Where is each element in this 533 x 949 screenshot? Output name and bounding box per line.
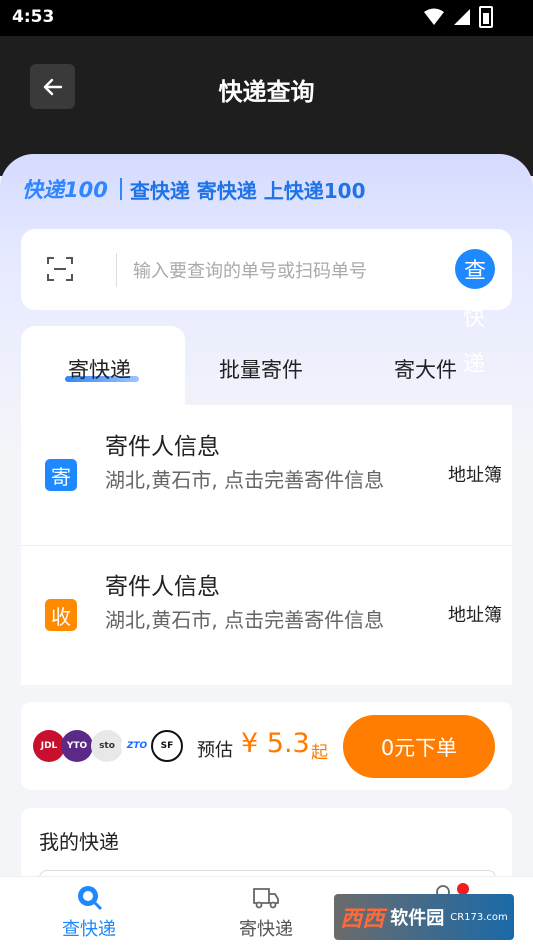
place-order-label: 0元下单 <box>380 735 458 760</box>
my-express-title: 我的快递 <box>39 830 119 854</box>
battery-icon <box>479 6 493 28</box>
price-suffix: 起 <box>311 743 328 763</box>
search-icon <box>78 886 103 911</box>
brand-logo: 快递100 <box>22 178 108 202</box>
tracking-number-input[interactable] <box>131 253 465 289</box>
signal-icon <box>454 9 470 25</box>
nav-label-send: 寄快递 <box>239 919 293 940</box>
watermark: 西西 软件园 CR173.com <box>334 894 514 940</box>
sender-address-book-link[interactable]: 地址簿 <box>448 461 502 487</box>
carrier-logo-sto: sto <box>91 730 123 762</box>
carrier-logo-yto: YTO <box>61 730 93 762</box>
place-order-button[interactable]: 0元下单 <box>343 715 495 778</box>
brand-bar: 快递100 查快递 寄快递 上快递100 <box>22 174 366 204</box>
address-card: 寄 寄件人信息 湖北,黄石市, 点击完善寄件信息 地址簿 收 寄件人信息 湖北,… <box>21 405 512 685</box>
tab-batch-send[interactable]: 批量寄件 <box>219 354 303 384</box>
shipping-tabs: 寄快递 批量寄件 寄大件 <box>21 326 512 406</box>
sender-badge: 寄 <box>45 459 77 491</box>
nav-label-track: 查快递 <box>62 919 116 940</box>
wifi-icon <box>424 8 444 25</box>
brand-separator <box>119 178 122 200</box>
nav-item-send[interactable]: 寄快递 <box>206 883 326 941</box>
estimate-label: 预估 <box>197 740 233 761</box>
carrier-logo-zto: ZTO <box>121 730 153 762</box>
estimated-price: ¥ 5.3 <box>241 728 310 759</box>
receiver-badge: 收 <box>45 599 77 631</box>
watermark-logo: 西西 <box>340 907 385 932</box>
status-bar: 4:53 <box>0 0 533 36</box>
tab-send-express[interactable]: 寄快递 <box>21 326 185 406</box>
receiver-title: 寄件人信息 <box>105 574 220 600</box>
tab-label: 寄快递 <box>68 358 131 382</box>
scan-icon[interactable] <box>46 255 74 283</box>
nav-item-track[interactable]: 查快递 <box>29 883 149 941</box>
search-divider <box>116 253 117 287</box>
page-title: 快递查询 <box>218 78 315 106</box>
receiver-address-book-link[interactable]: 地址簿 <box>448 601 502 627</box>
status-icons <box>423 6 493 28</box>
search-card <box>21 229 512 310</box>
carrier-logo-sf: SF <box>151 730 183 762</box>
brand-slogan: 查快递 寄快递 上快递100 <box>129 178 366 203</box>
status-time: 4:53 <box>12 7 55 27</box>
truck-icon <box>253 888 279 909</box>
receiver-subtitle: 湖北,黄石市, 点击完善寄件信息 <box>105 608 385 632</box>
sender-subtitle: 湖北,黄石市, 点击完善寄件信息 <box>105 468 385 492</box>
sender-info-row[interactable]: 寄 寄件人信息 湖北,黄石市, 点击完善寄件信息 地址簿 <box>21 405 512 546</box>
query-button[interactable]: 查 <box>455 249 495 289</box>
price-card: JDL YTO sto ZTO SF 预估 ¥ 5.3 起 0元下单 <box>21 702 512 790</box>
watermark-text: 软件园 <box>390 908 445 929</box>
tab-large-item[interactable]: 寄大件 <box>394 354 457 384</box>
watermark-domain: CR173.com <box>450 911 508 923</box>
receiver-info-row[interactable]: 收 寄件人信息 湖北,黄石市, 点击完善寄件信息 地址簿 <box>21 545 512 685</box>
sender-title: 寄件人信息 <box>105 434 220 460</box>
query-button-label: 查 <box>463 259 486 284</box>
